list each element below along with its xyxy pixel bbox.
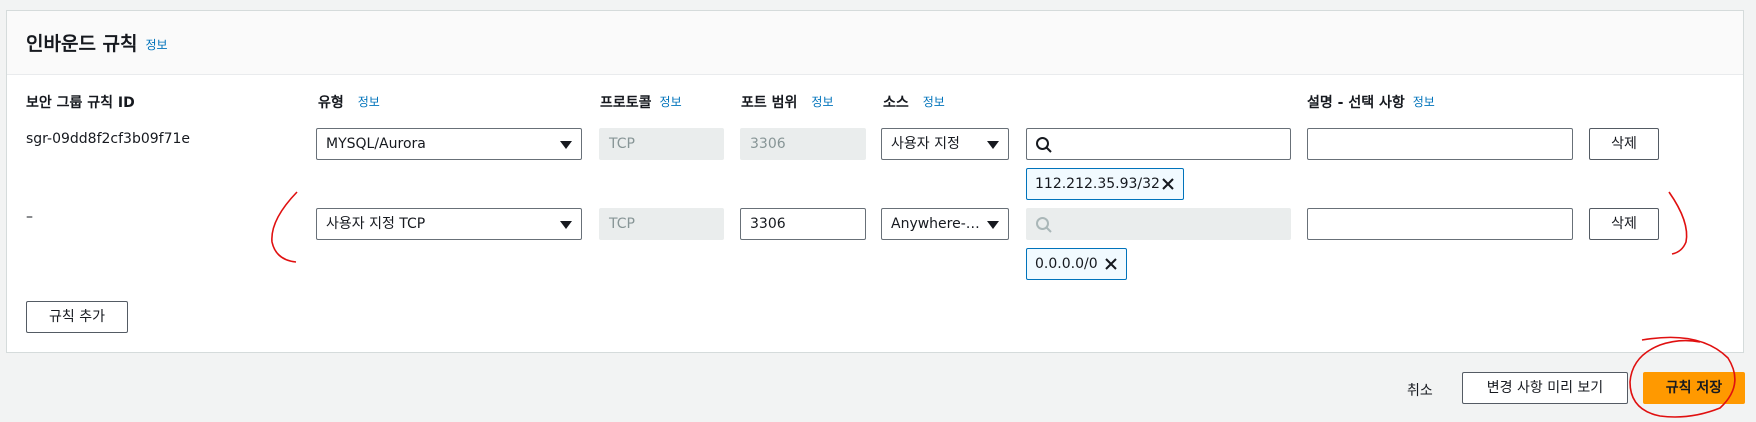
column-header-description: 설명 - 선택 사항 정보 [1307, 92, 1435, 112]
column-header-port-range-label: 포트 범위 [741, 95, 798, 111]
search-icon [1036, 137, 1052, 153]
type-select[interactable]: 사용자 지정 TCP [316, 208, 582, 240]
column-header-type-label: 유형 [318, 95, 344, 111]
column-header-type: 유형 정보 [318, 92, 380, 112]
source-select-value: 사용자 지정 [891, 136, 960, 152]
search-icon [1036, 217, 1052, 233]
column-header-description-label: 설명 - 선택 사항 [1307, 95, 1405, 111]
description-input[interactable] [1307, 208, 1573, 240]
add-rule-button[interactable]: 규칙 추가 [26, 301, 128, 333]
source-info-link[interactable]: 정보 [923, 95, 945, 109]
protocol-field: TCP [599, 208, 724, 240]
chevron-down-icon [987, 221, 999, 229]
close-icon[interactable] [1104, 257, 1118, 271]
cancel-button[interactable]: 취소 [1407, 380, 1433, 400]
preview-changes-button[interactable]: 변경 사항 미리 보기 [1462, 372, 1628, 404]
save-rules-button[interactable]: 규칙 저장 [1643, 372, 1745, 404]
description-input[interactable] [1307, 128, 1573, 160]
protocol-info-link[interactable]: 정보 [660, 95, 682, 109]
type-select[interactable]: MYSQL/Aurora [316, 128, 582, 160]
protocol-field: TCP [599, 128, 724, 160]
description-info-link[interactable]: 정보 [1413, 95, 1435, 109]
source-select-value: Anywhere-… [891, 216, 980, 232]
delete-rule-button[interactable]: 삭제 [1589, 208, 1659, 240]
source-token-label: 0.0.0.0/0 [1035, 256, 1098, 272]
chevron-down-icon [560, 221, 572, 229]
chevron-down-icon [987, 141, 999, 149]
column-header-source: 소스 정보 [883, 92, 945, 112]
panel-header: 인바운드 규칙 정보 [7, 11, 1743, 75]
panel-title-text: 인바운드 규칙 [26, 33, 138, 55]
column-header-protocol: 프로토콜 정보 [600, 92, 682, 112]
source-token-label: 112.212.35.93/32 [1035, 176, 1160, 192]
rule-id: sgr-09dd8f2cf3b09f71e [26, 131, 191, 147]
column-header-port-range: 포트 범위 정보 [741, 92, 834, 112]
type-select-value: MYSQL/Aurora [326, 136, 426, 152]
rule-id: – [26, 209, 33, 225]
column-header-source-label: 소스 [883, 95, 909, 111]
port-range-input[interactable]: 3306 [740, 208, 866, 240]
port-range-info-link[interactable]: 정보 [811, 95, 833, 109]
source-token: 0.0.0.0/0 [1026, 248, 1127, 280]
source-select[interactable]: 사용자 지정 [881, 128, 1009, 160]
type-info-link[interactable]: 정보 [358, 95, 380, 109]
column-header-protocol-label: 프로토콜 [600, 95, 652, 111]
port-range-field: 3306 [740, 128, 866, 160]
source-token: 112.212.35.93/32 [1026, 168, 1184, 200]
panel-title: 인바운드 규칙 정보 [26, 29, 168, 56]
source-select[interactable]: Anywhere-… [881, 208, 1009, 240]
delete-rule-button[interactable]: 삭제 [1589, 128, 1659, 160]
column-header-rule-id: 보안 그룹 규칙 ID [26, 92, 135, 112]
panel-title-info-link[interactable]: 정보 [146, 38, 168, 52]
type-select-value: 사용자 지정 TCP [326, 216, 426, 232]
column-header-rule-id-label: 보안 그룹 규칙 ID [26, 95, 135, 111]
chevron-down-icon [560, 141, 572, 149]
close-icon[interactable] [1161, 177, 1175, 191]
inbound-rules-panel: 인바운드 규칙 정보 보안 그룹 규칙 ID 유형 정보 프로토콜 정보 포트 범위 정… [6, 10, 1744, 353]
source-search-input [1026, 208, 1291, 240]
source-search-input[interactable] [1026, 128, 1291, 160]
